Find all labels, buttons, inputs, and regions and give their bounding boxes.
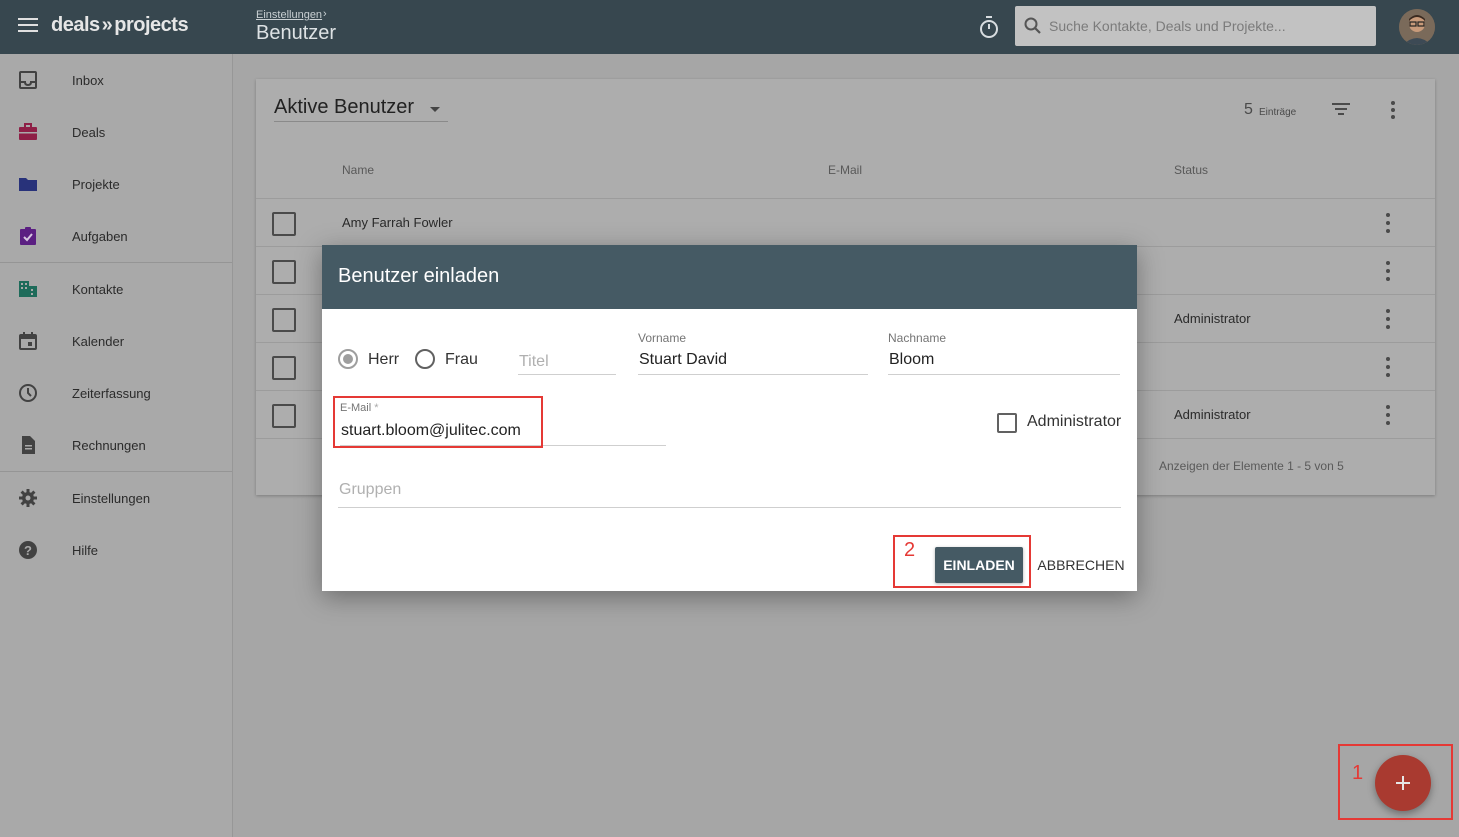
salutation-label-frau: Frau bbox=[445, 351, 478, 368]
user-status: Administrator bbox=[1174, 407, 1251, 422]
column-header-status[interactable]: Status bbox=[1174, 163, 1208, 177]
folder-icon bbox=[19, 178, 37, 191]
step-number-2: 2 bbox=[904, 539, 916, 561]
user-avatar[interactable] bbox=[1399, 9, 1435, 45]
page-title: Benutzer bbox=[256, 22, 337, 44]
building-icon bbox=[19, 281, 37, 297]
search-input[interactable] bbox=[1049, 14, 1369, 38]
title-field[interactable]: Titel bbox=[518, 345, 616, 375]
sidebar-item-label: Kontakte bbox=[72, 281, 124, 297]
sidebar-item-label: Rechnungen bbox=[72, 437, 146, 453]
row-more-vert-icon[interactable] bbox=[1381, 213, 1395, 233]
search-icon bbox=[1024, 17, 1041, 34]
title-field-placeholder: Titel bbox=[519, 353, 549, 370]
document-icon bbox=[22, 436, 35, 454]
sidebar-item-label: Projekte bbox=[72, 176, 120, 192]
last-name-label: Nachname bbox=[888, 331, 947, 345]
sidebar-item-label: Kalender bbox=[72, 333, 125, 349]
clock-icon bbox=[19, 384, 37, 402]
row-more-vert-icon[interactable] bbox=[1381, 261, 1395, 281]
sidebar-item-kalender[interactable]: Kalender bbox=[0, 315, 232, 367]
sidebar-item-rechnungen[interactable]: Rechnungen bbox=[0, 419, 232, 471]
task-check-icon bbox=[20, 227, 36, 245]
column-header-email[interactable]: E-Mail bbox=[828, 163, 862, 177]
help-icon: ? bbox=[19, 541, 37, 559]
sidebar-item-deals[interactable]: Deals bbox=[0, 106, 232, 158]
first-name-field[interactable]: Vorname Stuart David bbox=[638, 331, 868, 375]
pagination-summary: Anzeigen der Elemente 1 - 5 von 5 bbox=[1159, 459, 1344, 473]
row-checkbox[interactable] bbox=[272, 404, 296, 428]
administrator-checkbox[interactable] bbox=[997, 413, 1017, 433]
salutation-label-herr: Herr bbox=[368, 351, 400, 368]
logo-projects: projects bbox=[114, 14, 189, 36]
calendar-icon bbox=[19, 332, 37, 350]
cancel-button[interactable]: ABBRECHEN bbox=[1033, 547, 1129, 583]
column-header-name[interactable]: Name bbox=[342, 163, 374, 177]
top-app-bar: deals» projects Einstellungen › Benutzer bbox=[0, 0, 1459, 54]
avatar-image bbox=[1399, 9, 1435, 45]
row-more-vert-icon[interactable] bbox=[1381, 357, 1395, 377]
sidebar-nav: Inbox Deals Projekte Aufgaben Kontakte K… bbox=[0, 54, 233, 837]
row-checkbox[interactable] bbox=[272, 356, 296, 380]
breadcrumb-separator: › bbox=[323, 8, 327, 20]
filter-icon[interactable] bbox=[1331, 101, 1351, 117]
app-logo[interactable]: deals» projects bbox=[51, 14, 189, 37]
stopwatch-icon[interactable] bbox=[978, 15, 1000, 39]
groups-placeholder: Gruppen bbox=[339, 481, 402, 498]
entry-count-label: Einträge bbox=[1259, 107, 1297, 118]
user-filter-select[interactable]: Aktive Benutzer bbox=[274, 96, 448, 122]
briefcase-icon bbox=[19, 123, 37, 140]
table-row[interactable]: Amy Farrah Fowler bbox=[256, 198, 1435, 246]
sidebar-item-label: Hilfe bbox=[72, 542, 99, 558]
administrator-label: Administrator bbox=[1027, 413, 1122, 430]
sidebar-item-aufgaben[interactable]: Aufgaben bbox=[0, 210, 232, 262]
global-search[interactable] bbox=[1015, 6, 1376, 46]
row-checkbox[interactable] bbox=[272, 212, 296, 236]
more-vert-icon[interactable] bbox=[1386, 101, 1400, 119]
sidebar-item-label: Einstellungen bbox=[72, 490, 151, 506]
logo-deals: deals bbox=[51, 14, 100, 36]
user-name: Amy Farrah Fowler bbox=[342, 215, 453, 230]
first-name-label: Vorname bbox=[638, 331, 687, 345]
row-more-vert-icon[interactable] bbox=[1381, 405, 1395, 425]
last-name-value: Bloom bbox=[889, 351, 935, 368]
entry-count: 5 bbox=[1244, 101, 1253, 118]
sidebar-item-inbox[interactable]: Inbox bbox=[0, 54, 232, 106]
sidebar-item-label: Aufgaben bbox=[72, 228, 128, 244]
breadcrumb-einstellungen[interactable]: Einstellungen bbox=[256, 9, 322, 21]
first-name-value: Stuart David bbox=[639, 351, 728, 368]
email-highlight-box bbox=[333, 396, 543, 448]
sidebar-item-zeiterfassung[interactable]: Zeiterfassung bbox=[0, 367, 232, 419]
filter-select-value: Aktive Benutzer bbox=[274, 96, 415, 118]
sidebar-item-kontakte[interactable]: Kontakte bbox=[0, 263, 232, 315]
sidebar-item-einstellungen[interactable]: Einstellungen bbox=[0, 472, 232, 524]
salutation-radio-frau[interactable] bbox=[415, 349, 435, 369]
salutation-radio-herr[interactable] bbox=[338, 349, 358, 369]
step-number-1: 1 bbox=[1352, 762, 1364, 784]
dialog-title: Benutzer einladen bbox=[338, 265, 500, 287]
sidebar-item-label: Zeiterfassung bbox=[72, 385, 151, 401]
inbox-icon bbox=[19, 71, 37, 89]
last-name-field[interactable]: Nachname Bloom bbox=[888, 331, 1120, 375]
sidebar-item-label: Deals bbox=[72, 124, 106, 140]
row-checkbox[interactable] bbox=[272, 308, 296, 332]
user-status: Administrator bbox=[1174, 311, 1251, 326]
row-checkbox[interactable] bbox=[272, 260, 296, 284]
dialog-header: Benutzer einladen bbox=[322, 245, 1137, 309]
gear-icon bbox=[19, 489, 37, 507]
svg-text:?: ? bbox=[24, 543, 32, 558]
add-user-fab[interactable] bbox=[1375, 755, 1431, 811]
hamburger-menu-icon[interactable] bbox=[18, 18, 38, 34]
chevron-down-icon bbox=[430, 107, 440, 112]
sidebar-item-projekte[interactable]: Projekte bbox=[0, 158, 232, 210]
groups-field[interactable]: Gruppen bbox=[338, 473, 1121, 508]
logo-separator: » bbox=[101, 14, 113, 36]
row-more-vert-icon[interactable] bbox=[1381, 309, 1395, 329]
sidebar-item-label: Inbox bbox=[72, 72, 104, 88]
sidebar-item-hilfe[interactable]: ? Hilfe bbox=[0, 524, 232, 576]
